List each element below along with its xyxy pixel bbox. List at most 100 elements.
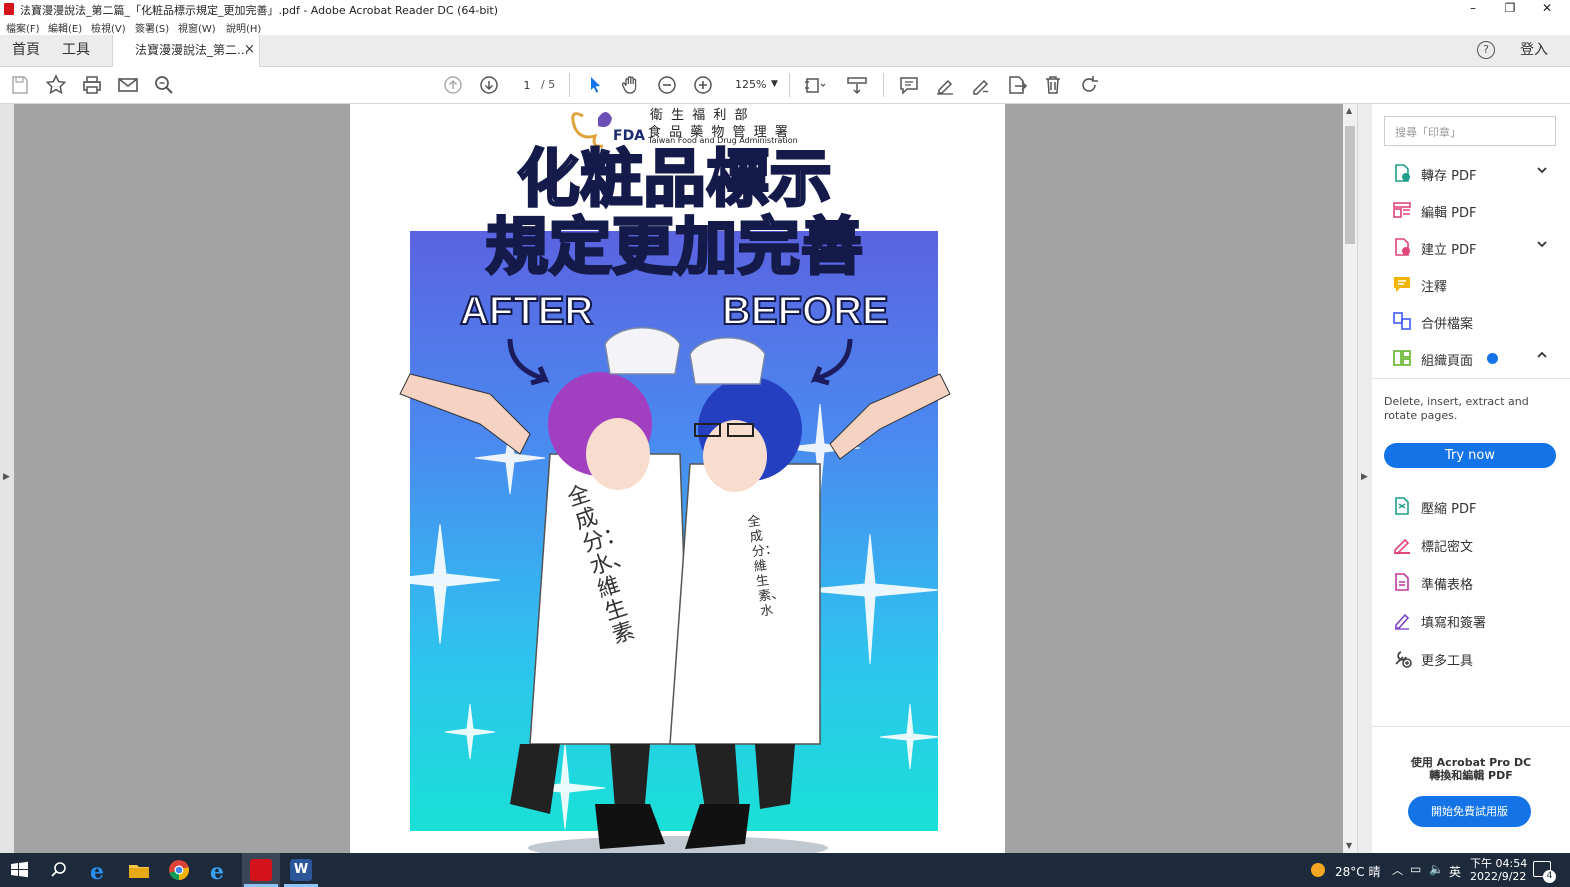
fit-page-icon[interactable] (802, 73, 826, 97)
zoom-out-icon[interactable] (655, 73, 679, 97)
document-view[interactable]: ▶ 衛 生 福 利 部 食 品 藥 物 管 理 署 FDA Taiwan Foo… (0, 104, 1343, 853)
tab-tools[interactable]: 工具 (62, 35, 90, 66)
menu-view[interactable]: 檢視(V) (91, 20, 126, 35)
scroll-mode-icon[interactable] (845, 73, 869, 97)
tool-prepare-form[interactable]: 準備表格 (1390, 570, 1560, 596)
volume-icon[interactable]: 🔈 (1429, 862, 1444, 876)
share-edit-icon[interactable] (1005, 73, 1029, 97)
menu-sign[interactable]: 簽署(S) (135, 20, 169, 35)
tools-pane: 搜尋「印章」 轉存 PDF 編輯 PDF 建立 PDF 注釋合併檔案組織頁面 Dele… (1372, 104, 1570, 853)
internet-explorer-icon[interactable]: e (86, 857, 116, 885)
chrome-icon[interactable] (166, 857, 196, 883)
word-taskbar-button[interactable]: W (282, 853, 320, 887)
tool-compress-pdf[interactable]: 壓縮 PDF (1390, 494, 1560, 520)
zoom-select[interactable]: 125% ▼ (728, 76, 784, 94)
tool-label: 填寫和簽署 (1421, 616, 1487, 631)
email-icon[interactable] (116, 73, 140, 97)
windows-start-icon[interactable] (6, 857, 36, 883)
weather-text[interactable]: 28°C 晴 (1335, 863, 1380, 880)
menu-help[interactable]: 說明(H) (226, 20, 261, 35)
hand-tool-icon[interactable] (619, 73, 643, 97)
tool-redact[interactable]: 標記密文 (1390, 532, 1560, 558)
signin-link[interactable]: 登入 (1520, 35, 1548, 66)
search-icon[interactable] (46, 857, 76, 883)
menu-window[interactable]: 視窗(W) (178, 20, 216, 35)
right-pane-toggle[interactable]: ▶ (1357, 104, 1372, 853)
tool-label: 編輯 PDF (1421, 206, 1477, 221)
page-up-icon[interactable] (441, 73, 465, 97)
tab-document[interactable]: 法寶漫漫說法_第二... × (112, 35, 260, 67)
headline-line2: 規定更加完善 (484, 210, 864, 283)
before-label: BEFORE (721, 288, 890, 334)
more-tools-icon (1392, 648, 1412, 668)
page-down-icon[interactable] (477, 73, 501, 97)
edge-legacy-icon[interactable]: e (206, 857, 236, 885)
tool-label: 建立 PDF (1421, 243, 1477, 258)
zoom-in-icon[interactable] (691, 73, 715, 97)
tool-label: 標記密文 (1421, 540, 1474, 555)
tool-organize-pages[interactable]: 組織頁面 (1390, 346, 1560, 372)
help-icon[interactable]: ? (1477, 41, 1495, 59)
chevron-down-icon[interactable] (1536, 238, 1548, 253)
menu-file[interactable]: 檔案(F) (6, 20, 40, 35)
comment-icon[interactable] (897, 73, 921, 97)
tool-fill-sign[interactable]: 填寫和簽署 (1390, 608, 1560, 634)
try-now-button[interactable]: Try now (1384, 443, 1556, 468)
weather-sun-icon[interactable] (1311, 863, 1325, 877)
acrobat-taskbar-button[interactable] (242, 853, 280, 887)
save-icon[interactable] (8, 73, 32, 97)
create-pdf-icon (1392, 237, 1412, 257)
tool-combine-files[interactable]: 合併檔案 (1390, 309, 1560, 335)
menu-bar: 檔案(F) 編輯(E) 檢視(V) 簽署(S) 視窗(W) 說明(H) (0, 18, 1570, 35)
sign-icon[interactable] (969, 73, 993, 97)
bookmark-star-icon[interactable] (44, 73, 68, 97)
left-panel-toggle[interactable]: ▶ (0, 104, 14, 853)
headline-line1: 化粧品標示 (516, 142, 833, 215)
menu-edit[interactable]: 編輯(E) (48, 20, 82, 35)
close-window-button[interactable]: ✕ (1524, 0, 1570, 18)
redact-icon (1392, 534, 1412, 554)
find-icon[interactable] (152, 73, 176, 97)
tools-search-input[interactable]: 搜尋「印章」 (1384, 116, 1556, 146)
network-icon[interactable]: ▭ (1410, 862, 1421, 876)
scrollbar-thumb[interactable] (1345, 126, 1355, 244)
scroll-up-icon[interactable]: ▲ (1346, 106, 1352, 115)
tool-label: 組織頁面 (1421, 354, 1474, 369)
file-explorer-icon[interactable] (126, 857, 156, 883)
premium-badge-icon (1487, 353, 1498, 364)
windows-taskbar: e e W 28°C 晴 ︿ ▭ 🔈 英 下午 04:54 2022/9/22 … (0, 853, 1570, 887)
tool-edit-pdf[interactable]: 編輯 PDF (1390, 198, 1560, 224)
page-number-input[interactable]: 1 (515, 76, 539, 96)
free-trial-button[interactable]: 開始免費試用版 (1408, 796, 1531, 827)
tool-comment[interactable]: 注釋 (1390, 272, 1560, 298)
ime-indicator[interactable]: 英 (1449, 863, 1461, 880)
promo-line2: 轉換和編輯 PDF (1429, 769, 1513, 782)
export-pdf-icon (1392, 163, 1412, 183)
page-total: / 5 (541, 78, 556, 91)
tool-label: 準備表格 (1421, 578, 1474, 593)
document-scrollbar[interactable]: ▲ ▼ (1343, 104, 1357, 853)
select-cursor-icon[interactable] (583, 73, 607, 97)
chevron-up-icon[interactable] (1536, 349, 1548, 364)
scroll-down-icon[interactable]: ▼ (1346, 841, 1352, 850)
highlight-icon[interactable] (933, 73, 957, 97)
tray-chevron-up-icon[interactable]: ︿ (1392, 862, 1403, 878)
rotate-icon[interactable] (1077, 73, 1101, 97)
print-icon[interactable] (80, 73, 104, 97)
tool-label: 更多工具 (1421, 654, 1474, 669)
tab-close-icon[interactable]: × (244, 35, 255, 65)
tool-create-pdf[interactable]: 建立 PDF (1390, 235, 1560, 261)
clock-time[interactable]: 下午 04:54 (1470, 855, 1527, 871)
title-bar: 法寶漫漫說法_第二篇_「化粧品標示規定_更加完善」.pdf - Adobe Ac… (0, 0, 1570, 18)
chevron-down-icon[interactable] (1536, 164, 1548, 179)
organize-description: Delete, insert, extract and rotate pages… (1384, 395, 1529, 422)
after-label: AFTER (459, 288, 594, 334)
clock-date[interactable]: 2022/9/22 (1470, 870, 1526, 883)
collapse-right-icon: ▶ (1361, 472, 1368, 482)
compress-pdf-icon (1392, 496, 1412, 516)
tab-home[interactable]: 首頁 (12, 35, 40, 66)
tool-label: 合併檔案 (1421, 317, 1474, 332)
tool-more-tools[interactable]: 更多工具 (1390, 646, 1560, 672)
delete-icon[interactable] (1041, 73, 1065, 97)
tool-export-pdf[interactable]: 轉存 PDF (1390, 161, 1560, 187)
